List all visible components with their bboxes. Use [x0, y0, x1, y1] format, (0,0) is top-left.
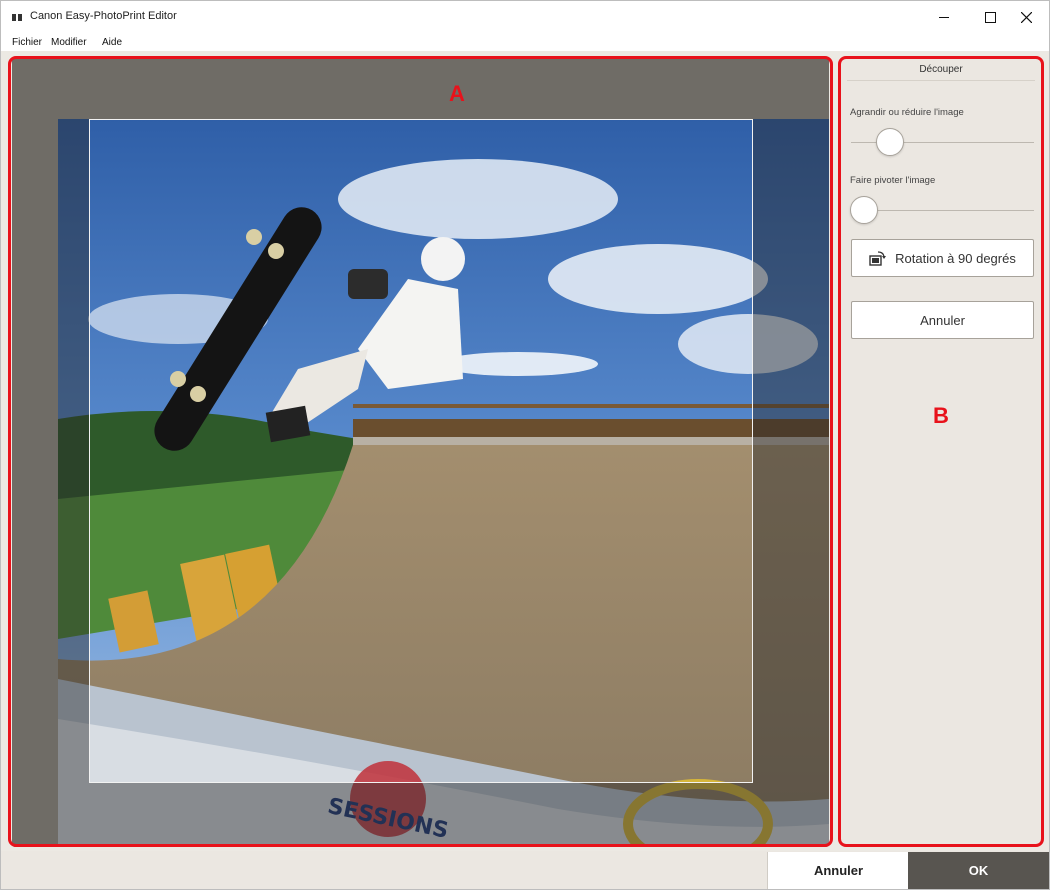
annotation-frame-b [838, 56, 1044, 847]
annotation-label-a: A [449, 81, 465, 106]
annotation-label-b: B [933, 403, 949, 428]
annotation-frame-a [8, 56, 833, 847]
cancel-button-label: Annuler [813, 863, 864, 878]
app-logo-icon [12, 13, 24, 22]
ok-button[interactable]: OK [908, 852, 1049, 889]
title-bar: Canon Easy-PhotoPrint Editor [1, 1, 1049, 33]
maximize-icon [984, 11, 996, 23]
ok-button-label: OK [968, 863, 989, 878]
minimize-icon [939, 16, 949, 18]
menu-bar: Fichier Modifier Aide [1, 33, 1049, 51]
menu-modifier[interactable]: Modifier [51, 37, 87, 48]
close-button[interactable] [1003, 1, 1049, 33]
app-window: Canon Easy-PhotoPrint Editor Fichier Mod… [0, 0, 1050, 890]
minimize-button[interactable] [921, 1, 967, 33]
cancel-button[interactable]: Annuler [767, 852, 909, 889]
menu-fichier[interactable]: Fichier [12, 37, 42, 48]
close-icon [1020, 11, 1032, 23]
window-title: Canon Easy-PhotoPrint Editor [30, 10, 177, 22]
menu-aide[interactable]: Aide [102, 37, 122, 48]
